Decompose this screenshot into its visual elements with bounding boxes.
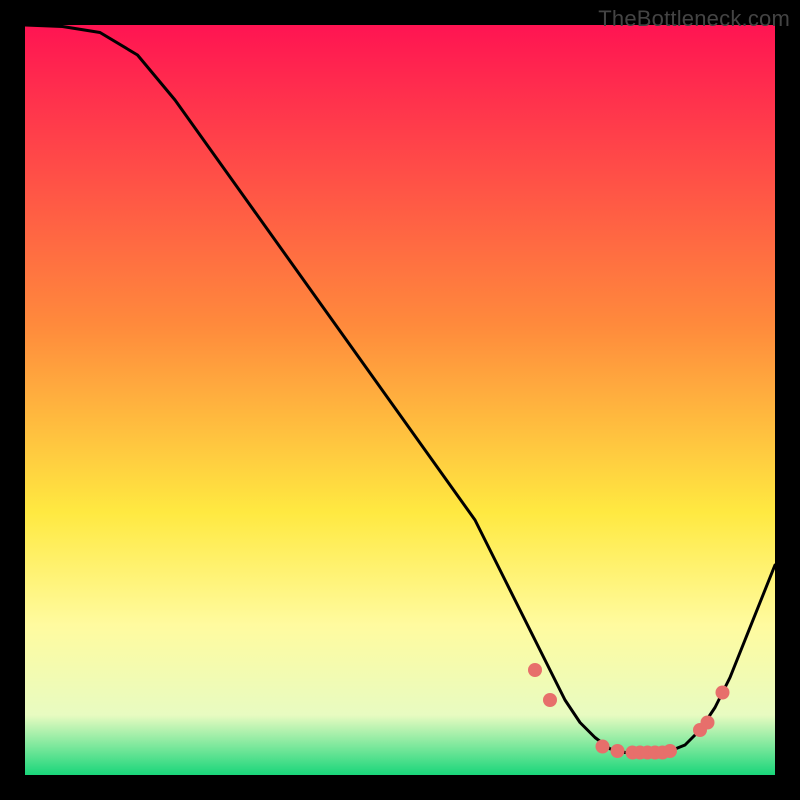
chart-frame: TheBottleneck.com xyxy=(0,0,800,800)
line-layer xyxy=(25,25,775,775)
marker-dot xyxy=(596,740,610,754)
marker-dot xyxy=(663,744,677,758)
marker-dot xyxy=(716,686,730,700)
marker-group xyxy=(528,663,730,760)
marker-dot xyxy=(543,693,557,707)
plot-area xyxy=(25,25,775,775)
marker-dot xyxy=(528,663,542,677)
marker-dot xyxy=(701,716,715,730)
bottleneck-curve xyxy=(25,25,775,753)
marker-dot xyxy=(611,744,625,758)
watermark-text: TheBottleneck.com xyxy=(598,6,790,32)
